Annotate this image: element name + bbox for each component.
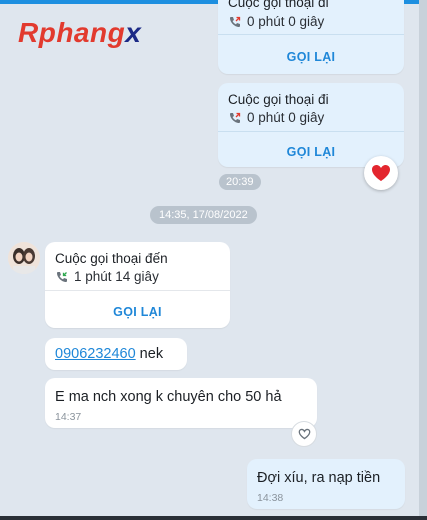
heart-reaction-button[interactable] [364, 156, 398, 190]
bottom-edge [0, 516, 427, 520]
watermark-logo: Rphangx [18, 17, 141, 49]
call-duration: 0 phút 0 giây [228, 14, 324, 29]
outgoing-call-card: Cuộc gọi thoại đi 0 phút 0 giây GỌI LẠI [218, 0, 404, 74]
call-duration: 1 phút 14 giây [55, 269, 159, 284]
call-back-button[interactable]: GỌI LẠI [45, 305, 230, 319]
time-chip: 20:39 [219, 174, 261, 190]
divider [218, 34, 404, 35]
avatar[interactable] [8, 242, 40, 274]
like-button[interactable] [291, 421, 317, 447]
message-text: Đợi xíu, ra nạp tiền [257, 470, 381, 486]
heart-icon [372, 165, 390, 181]
outgoing-call-icon [228, 15, 242, 29]
message-time: 14:38 [257, 492, 284, 504]
phone-number-link[interactable]: 0906232460 [55, 346, 136, 362]
divider [45, 290, 230, 291]
logo-text: Rphang [18, 17, 126, 48]
heart-outline-icon [298, 428, 310, 440]
scrollbar-track[interactable] [419, 0, 427, 520]
message-text: E ma nch xong k chuyên cho 50 hả [55, 389, 282, 405]
message-bubble: 0906232460 nek [45, 338, 187, 370]
logo-x: x [125, 17, 142, 48]
divider [218, 131, 404, 132]
message-bubble: E ma nch xong k chuyên cho 50 hả 14:37 [45, 378, 317, 428]
outgoing-call-card: Cuộc gọi thoại đi 0 phút 0 giây GỌI LẠI [218, 83, 404, 167]
incoming-call-icon [55, 270, 69, 284]
call-title: Cuộc gọi thoại đi [228, 92, 329, 107]
call-back-button[interactable]: GỌI LẠI [218, 50, 404, 64]
incoming-call-card: Cuộc gọi thoại đến 1 phút 14 giây GỌI LẠ… [45, 242, 230, 328]
date-separator: 14:35, 17/08/2022 [150, 206, 257, 224]
call-title: Cuộc gọi thoại đến [55, 251, 168, 266]
message-text: 0906232460 nek [55, 346, 164, 362]
sent-message-bubble: Đợi xíu, ra nạp tiền 14:38 [247, 459, 405, 509]
call-duration: 0 phút 0 giây [228, 110, 324, 125]
message-time: 14:37 [55, 411, 82, 423]
call-title: Cuộc gọi thoại đi [228, 0, 329, 10]
outgoing-call-icon [228, 111, 242, 125]
